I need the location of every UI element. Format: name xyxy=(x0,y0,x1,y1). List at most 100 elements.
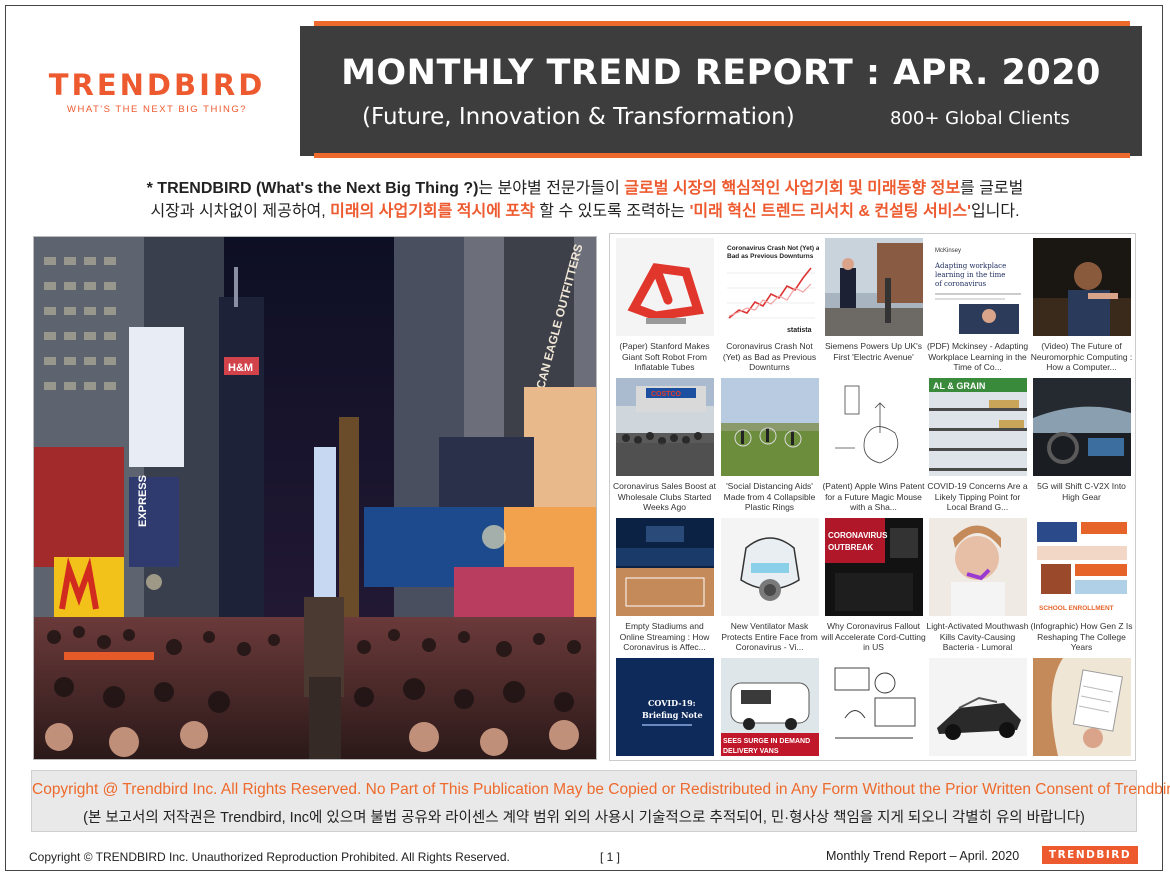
article-thumbnail[interactable] xyxy=(928,658,1027,756)
svg-text:DELIVERY VANS: DELIVERY VANS xyxy=(723,748,779,755)
article-card[interactable]: Empty Stadiums and Online Streaming : Ho… xyxy=(612,518,717,653)
article-card[interactable]: Light-Activated Mouthwash Kills Cavity-C… xyxy=(925,518,1030,653)
article-caption[interactable]: 5G will Shift C-V2X Into High Gear xyxy=(1029,481,1134,513)
article-card[interactable]: (Patent) Apple Wins Patent for a Future … xyxy=(821,378,926,513)
svg-text:statista: statista xyxy=(787,327,812,334)
report-subtitle: (Future, Innovation & Transformation) xyxy=(362,104,795,130)
article-card[interactable]: (Video) The Future of Neuromorphic Compu… xyxy=(1029,238,1134,373)
article-caption[interactable]: Why Coronavirus Fallout will Accelerate … xyxy=(821,621,926,653)
article-card[interactable] xyxy=(821,658,926,756)
article-thumbnail[interactable]: SEES SURGE IN DEMAND DELIVERY VANS xyxy=(720,658,819,756)
intro-text: 할 수 있도록 조력하는 xyxy=(534,203,690,220)
thumbnail-image: McKinsey Adapting workplacelearning in th… xyxy=(928,238,1027,336)
article-card[interactable]: Coronavirus Crash Not (Yet) as Bad as Pre… xyxy=(717,238,822,373)
article-caption[interactable]: Siemens Powers Up UK's First 'Electric A… xyxy=(821,341,926,373)
thumbnail-image xyxy=(615,518,714,616)
article-card[interactable]: COSTCO Coronavirus Sales Boost at Wholesa… xyxy=(612,378,717,513)
article-card[interactable]: 5G will Shift C-V2X Into High Gear xyxy=(1029,378,1134,513)
city-night-illustration: EXPRESS H&M AMERICAN EAGLE OUTFITTERS xyxy=(34,237,596,759)
logo-tagline: WHAT'S THE NEXT BIG THING? xyxy=(67,104,247,115)
article-thumbnail[interactable] xyxy=(720,518,819,616)
thumb-title: Coronavirus Crash Not (Yet) as xyxy=(727,245,819,252)
article-thumbnail[interactable] xyxy=(720,378,819,476)
svg-text:COVID-19:: COVID-19: xyxy=(648,698,696,708)
thumbnail-image xyxy=(928,518,1027,616)
article-caption[interactable]: (Paper) Stanford Makes Giant Soft Robot … xyxy=(612,341,717,373)
article-caption[interactable]: Empty Stadiums and Online Streaming : Ho… xyxy=(612,621,717,653)
article-caption[interactable]: 'Social Distancing Aids' Made from 4 Col… xyxy=(717,481,822,513)
intro-text: 를 글로벌 xyxy=(960,180,1024,197)
hm-sign: H&M xyxy=(228,362,253,374)
article-thumbnail[interactable]: McKinsey Adapting workplace learning in th… xyxy=(928,238,1027,336)
article-caption[interactable]: Coronavirus Sales Boost at Wholesale Clu… xyxy=(612,481,717,513)
article-card[interactable] xyxy=(1029,658,1134,756)
article-thumbnail[interactable] xyxy=(615,238,714,336)
svg-text:SEES SURGE IN DEMAND: SEES SURGE IN DEMAND xyxy=(723,738,810,745)
article-card[interactable]: SEES SURGE IN DEMAND DELIVERY VANS xyxy=(717,658,822,756)
article-caption[interactable]: Light-Activated Mouthwash Kills Cavity-C… xyxy=(925,621,1030,653)
article-thumbnail[interactable] xyxy=(1032,378,1131,476)
article-caption[interactable]: Coronavirus Crash Not (Yet) as Bad as Pr… xyxy=(717,341,822,373)
article-card[interactable]: SCHOOL ENROLLMENT (Infographic) How Gen Z… xyxy=(1029,518,1134,653)
thumbnail-image xyxy=(1032,378,1131,476)
article-card[interactable]: McKinsey Adapting workplace learning in th… xyxy=(925,238,1030,373)
article-thumbnail[interactable]: Coronavirus Crash Not (Yet) as Bad as Pre… xyxy=(720,238,819,336)
article-card[interactable]: AL & GRAIN COVID-19 Concerns Are a Likely… xyxy=(925,378,1030,513)
article-thumbnail[interactable] xyxy=(824,238,923,336)
article-card[interactable]: (Paper) Stanford Makes Giant Soft Robot … xyxy=(612,238,717,373)
thumbnail-image: COSTCO xyxy=(615,378,714,476)
banner-accent-bottom xyxy=(314,153,1130,158)
article-caption[interactable]: (PDF) Mckinsey - Adapting Workplace Lear… xyxy=(925,341,1030,373)
intro-text: 는 분야별 전문가들이 xyxy=(478,180,625,197)
footer-copyright: Copyright © TRENDBIRD Inc. Unauthorized … xyxy=(29,850,510,864)
article-card[interactable] xyxy=(925,658,1030,756)
thumbnail-image xyxy=(928,658,1027,756)
article-caption[interactable]: (Patent) Apple Wins Patent for a Future … xyxy=(821,481,926,513)
article-thumbnail[interactable]: COVID-19: Briefing Note xyxy=(615,658,714,756)
article-card[interactable]: COVID-19: Briefing Note xyxy=(612,658,717,756)
thumbnail-image xyxy=(720,378,819,476)
times-square-photo: EXPRESS H&M AMERICAN EAGLE OUTFITTERS xyxy=(33,236,597,760)
article-caption[interactable]: (Infographic) How Gen Z Is Reshaping The… xyxy=(1029,621,1134,653)
clients-count: 800+ Global Clients xyxy=(890,108,1070,129)
article-thumbnail[interactable] xyxy=(1032,658,1131,756)
thumbnail-image: Coronavirus Crash Not (Yet) asBad as Pre… xyxy=(720,238,819,336)
article-thumbnail[interactable]: COSTCO xyxy=(615,378,714,476)
article-grid: (Paper) Stanford Makes Giant Soft Robot … xyxy=(609,233,1136,761)
article-thumbnail[interactable]: AL & GRAIN xyxy=(928,378,1027,476)
trendbird-logo: TRENDBIRD WHAT'S THE NEXT BIG THING? xyxy=(32,70,282,115)
svg-text:McKinsey: McKinsey xyxy=(935,248,961,254)
article-card[interactable]: 'Social Distancing Aids' Made from 4 Col… xyxy=(717,378,822,513)
notice-english: Copyright @ Trendbird Inc. All Rights Re… xyxy=(32,781,1170,798)
article-thumbnail[interactable] xyxy=(824,658,923,756)
svg-text:OUTBREAK: OUTBREAK xyxy=(828,543,874,552)
footer-logo: TRENDBIRD xyxy=(1042,846,1138,864)
svg-text:learning in the time: learning in the time xyxy=(935,271,1005,279)
article-thumbnail[interactable] xyxy=(824,378,923,476)
intro-highlight: 글로벌 시장의 핵심적인 사업기회 및 미래동향 정보 xyxy=(624,180,961,197)
report-banner: MONTHLY TREND REPORT : APR. 2020 (Future… xyxy=(300,26,1142,156)
footer-report-title: Monthly Trend Report – April. 2020 xyxy=(826,849,1020,863)
intro-highlight: '미래 혁신 트렌드 리서치 & 컨설팅 서비스' xyxy=(689,203,971,220)
article-thumbnail[interactable] xyxy=(615,518,714,616)
thumbnail-image xyxy=(1032,238,1131,336)
intro-text: 시장과 시차없이 제공하여, xyxy=(150,203,331,220)
article-thumbnail[interactable]: CORONAVIRUS OUTBREAK xyxy=(824,518,923,616)
article-thumbnail[interactable] xyxy=(928,518,1027,616)
page-number: [ 1 ] xyxy=(600,850,621,864)
article-caption[interactable]: New Ventilator Mask Protects Entire Face… xyxy=(717,621,822,653)
article-card[interactable]: CORONAVIRUS OUTBREAK Why Coronavirus Fallo… xyxy=(821,518,926,653)
article-thumbnail[interactable]: SCHOOL ENROLLMENT xyxy=(1032,518,1131,616)
thumbnail-image xyxy=(1032,658,1131,756)
article-caption[interactable]: (Video) The Future of Neuromorphic Compu… xyxy=(1029,341,1134,373)
article-card[interactable]: New Ventilator Mask Protects Entire Face… xyxy=(717,518,822,653)
article-card[interactable]: Siemens Powers Up UK's First 'Electric A… xyxy=(821,238,926,373)
thumbnail-image xyxy=(824,238,923,336)
thumbnail-image: AL & GRAIN xyxy=(928,378,1027,476)
thumbnail-image: CORONAVIRUS OUTBREAK xyxy=(824,518,923,616)
svg-text:of coronavirus: of coronavirus xyxy=(935,280,986,288)
article-caption[interactable]: COVID-19 Concerns Are a Likely Tipping P… xyxy=(925,481,1030,513)
article-thumbnail[interactable] xyxy=(1032,238,1131,336)
notice-korean: (본 보고서의 저작권은 Trendbird, Inc에 있으며 불법 공유와 … xyxy=(83,810,1085,826)
thumbnail-image xyxy=(720,518,819,616)
